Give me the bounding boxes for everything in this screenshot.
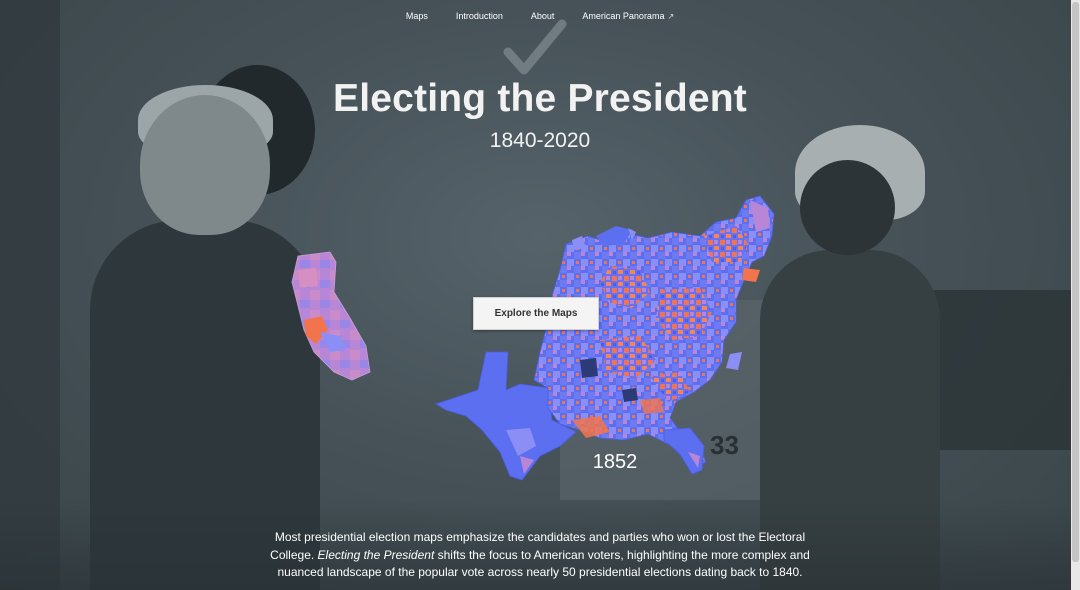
intro-paragraph: Most presidential election maps emphasiz…	[270, 529, 810, 582]
map-region-florida	[663, 427, 705, 475]
election-map	[291, 195, 775, 481]
page: 33 Maps Introduction About American Pano…	[0, 0, 1080, 590]
explore-maps-button[interactable]: Explore the Maps	[473, 297, 599, 330]
map-region-california	[291, 251, 371, 381]
map-region-eastern-states	[533, 195, 775, 469]
map-year-label: 1852	[592, 451, 638, 473]
vertical-scrollbar[interactable]	[1071, 0, 1080, 590]
scrollbar-thumb[interactable]	[1072, 2, 1079, 562]
intro-title-italic: Electing the President	[317, 547, 435, 562]
